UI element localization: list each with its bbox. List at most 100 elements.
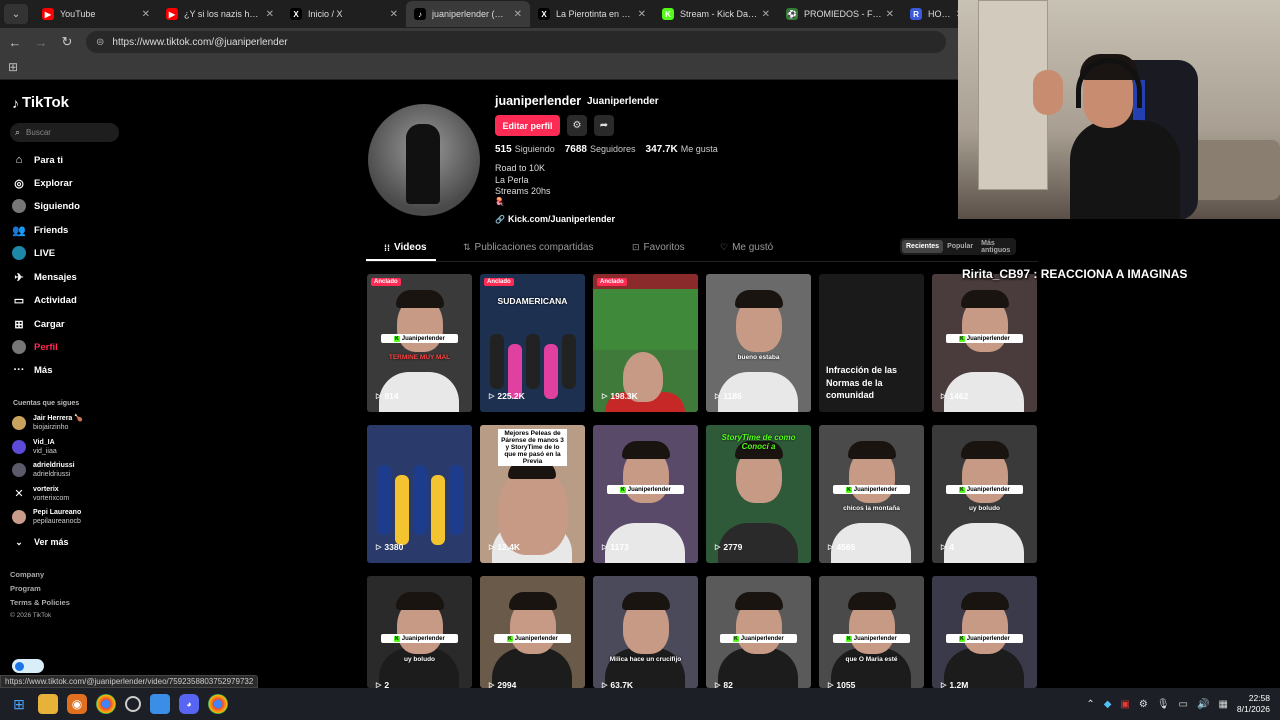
tab-favicon-icon: ⚽	[786, 8, 798, 20]
video-thumbnail[interactable]: Juaniperlender ▷1462	[932, 274, 1037, 412]
tray-app-icon[interactable]: ⚙	[1139, 699, 1148, 710]
tab-liked[interactable]: ♡ Me gustó	[720, 242, 773, 253]
video-thumbnail[interactable]: Juaniperlender que O Maria esté ▷1055	[819, 576, 924, 688]
video-thumbnail[interactable]: Mejores Peleas de Párense de manos 3 y S…	[480, 425, 585, 563]
browser-tab[interactable]: X Inicio / X ✕	[282, 1, 406, 27]
video-thumbnail[interactable]: Juaniperlender ▷1.2M	[932, 576, 1037, 688]
tray-app-icon[interactable]: ▣	[1120, 699, 1129, 710]
obs-icon[interactable]	[125, 696, 141, 712]
video-thumbnail[interactable]: Juaniperlender chicos la montaña ▷4565	[819, 425, 924, 563]
sidebar-item-live[interactable]: ● LIVE	[12, 246, 55, 260]
followed-account[interactable]: Pepi Laureano pepilaureanocb	[12, 508, 81, 526]
video-caption: uy boludo	[968, 505, 1001, 512]
sort-oldest[interactable]: Más antiguos	[977, 237, 1014, 257]
video-thumbnail[interactable]: Juaniperlender ▷1173	[593, 425, 698, 563]
sidebar-item-friends[interactable]: 👥 Friends	[12, 223, 68, 237]
search-input[interactable]: ⌕ Buscar	[10, 123, 119, 142]
sidebar-item-cargar[interactable]: ⊞ Cargar	[12, 317, 64, 331]
profile-link[interactable]: 🔗 Kick.com/Juaniperlender	[495, 214, 615, 224]
file-explorer-icon[interactable]	[38, 694, 58, 714]
video-thumbnail[interactable]: Juaniperlender uy boludo ▷2	[367, 576, 472, 688]
footer-link[interactable]: Company	[10, 570, 44, 579]
browser-tab[interactable]: ▶ ¿Y si los nazis hubier ✕	[158, 1, 282, 27]
followers-count[interactable]: 7688	[565, 144, 587, 155]
followed-account[interactable]: Jair Herrera 🍗 biojairzinho	[12, 414, 83, 432]
close-tab-icon[interactable]: ✕	[390, 9, 398, 20]
chat-widget-icon[interactable]	[12, 659, 44, 673]
video-thumbnail[interactable]: Juaniperlender ▷2994	[480, 576, 585, 688]
sidebar-item-actividad[interactable]: ▭ Actividad	[12, 293, 77, 307]
video-thumbnail[interactable]: StoryTime de como Conocí a ▷ 2779	[706, 425, 811, 563]
tab-shared-posts[interactable]: ⇅ Publicaciones compartidas	[463, 242, 594, 253]
sidebar-item-para-ti[interactable]: ⌂ Para ti	[12, 153, 63, 167]
account-username: vid_iiaa	[33, 447, 57, 455]
url-field[interactable]: ⊜ https://www.tiktok.com/@juaniperlender	[86, 31, 946, 53]
close-tab-icon[interactable]: ✕	[514, 9, 522, 20]
tray-app-icon[interactable]: ◆	[1104, 699, 1112, 710]
tiktok-logo[interactable]: ♪ TikTok	[12, 94, 69, 111]
thumbnail-player	[431, 475, 445, 545]
video-thumbnail[interactable]: ▷ 3380	[367, 425, 472, 563]
tab-favicon-icon: ▶	[42, 8, 54, 20]
followed-account[interactable]: Vid_IA vid_iiaa	[12, 438, 57, 456]
discord-icon[interactable]: ◕	[179, 694, 199, 714]
following-count[interactable]: 515	[495, 144, 512, 155]
network-icon[interactable]: ▦	[1218, 699, 1227, 710]
app-icon[interactable]: ◉	[67, 694, 87, 714]
video-thumbnail[interactable]: SUDAMERICANA Anclado ▷ 225.2K	[480, 274, 585, 412]
close-tab-icon[interactable]: ✕	[762, 9, 770, 20]
tab-search-icon[interactable]: ⌄	[4, 4, 28, 24]
chrome-icon[interactable]	[208, 694, 228, 714]
video-thumbnail[interactable]: Juaniperlender uy boludo ▷4	[932, 425, 1037, 563]
forward-icon[interactable]: →	[30, 31, 52, 53]
browser-tab[interactable]: ⚽ PROMIEDOS - Futbol ✕	[778, 1, 902, 27]
restricted-notice: Infracción de las Normas de la comunidad	[826, 365, 898, 400]
followed-account[interactable]: ✕ vorterix vorterixcom	[12, 485, 69, 503]
sidebar-item-explorar[interactable]: ◎ Explorar	[12, 176, 72, 190]
close-tab-icon[interactable]: ✕	[886, 9, 894, 20]
windows-start-icon[interactable]: ⊞	[9, 694, 29, 714]
reload-icon[interactable]: ↻	[56, 31, 78, 53]
notepad-icon[interactable]	[150, 694, 170, 714]
settings-gear-icon[interactable]: ⚙	[567, 115, 587, 136]
sidebar-item-perfil[interactable]: ● Perfil	[12, 340, 58, 354]
taskbar-clock[interactable]: 22:58 8/1/2026	[1237, 693, 1270, 715]
browser-tab[interactable]: X La Pierotinta en X: "L ✕	[530, 1, 654, 27]
video-thumbnail[interactable]: Milica hace un crucifijo ▷ 63.7K	[593, 576, 698, 688]
video-thumbnail[interactable]: Juaniperlender TERMINE MUY MAL Anclado ▷914	[367, 274, 472, 412]
site-info-icon[interactable]: ⊜	[96, 37, 104, 48]
footer-link[interactable]: Terms & Policies	[10, 598, 70, 607]
followed-account[interactable]: adrieldriussi adrieldriussi	[12, 461, 75, 479]
display-icon[interactable]: ▭	[1179, 699, 1188, 710]
share-icon[interactable]: ➦	[594, 115, 614, 136]
browser-tab[interactable]: K Stream - Kick Dashbo ✕	[654, 1, 778, 27]
edit-profile-button[interactable]: Editar perfil	[495, 115, 560, 136]
video-thumbnail[interactable]: bueno estaba ▷ 1186	[706, 274, 811, 412]
tab-videos[interactable]: ⁞⁞ Videos	[384, 242, 427, 253]
footer-link[interactable]: Program	[10, 584, 41, 593]
video-thumbnail[interactable]: Anclado ▷ 198.3K	[593, 274, 698, 412]
close-tab-icon[interactable]: ✕	[638, 9, 646, 20]
play-icon: ▷	[941, 544, 947, 551]
chrome-icon[interactable]	[96, 694, 116, 714]
apps-grid-icon[interactable]: ⊞	[8, 60, 18, 74]
browser-tab[interactable]: ♪ juaniperlender (@jua ✕	[406, 1, 530, 27]
video-thumbnail[interactable]: Juaniperlender ▷82	[706, 576, 811, 688]
see-more-button[interactable]: ⌄ Ver más	[12, 535, 68, 549]
browser-tab[interactable]: ▶ YouTube ✕	[34, 1, 158, 27]
sidebar-item-siguiendo[interactable]: ● Siguiendo	[12, 199, 80, 213]
sort-popular[interactable]: Popular	[943, 240, 977, 253]
sort-recent[interactable]: Recientes	[902, 240, 944, 253]
sidebar-item-más[interactable]: ··· Más	[12, 363, 53, 377]
back-icon[interactable]: ←	[4, 31, 26, 53]
sidebar-item-mensajes[interactable]: ✈ Mensajes	[12, 270, 76, 284]
close-tab-icon[interactable]: ✕	[142, 9, 150, 20]
close-tab-icon[interactable]: ✕	[266, 9, 274, 20]
chevron-up-icon[interactable]: ⌃	[1086, 699, 1094, 710]
microphone-icon[interactable]: 🎙	[1157, 699, 1170, 710]
volume-icon[interactable]: 🔊	[1197, 699, 1209, 710]
profile-avatar[interactable]	[368, 104, 480, 216]
tab-favorites[interactable]: ⊡ Favoritos	[632, 242, 685, 253]
video-thumbnail[interactable]: Infracción de las Normas de la comunidad	[819, 274, 924, 412]
sidebar-nav-icon: ●	[12, 246, 26, 260]
